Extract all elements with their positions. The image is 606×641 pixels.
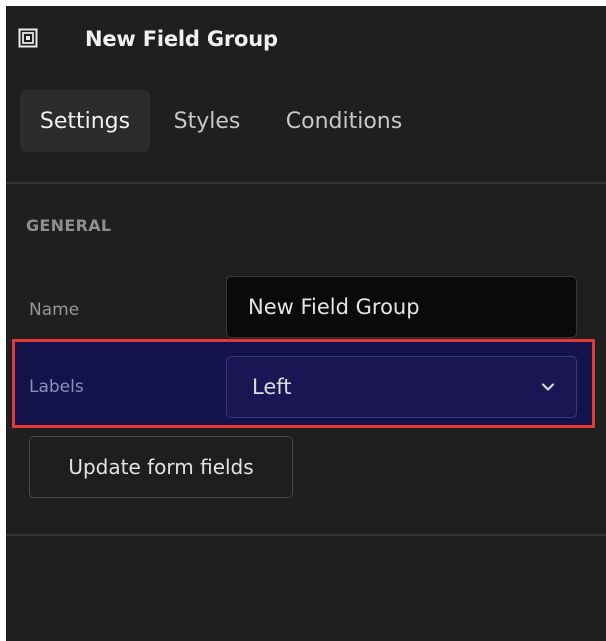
tab-settings[interactable]: Settings	[20, 90, 150, 152]
panel-header: New Field Group	[6, 6, 606, 78]
labels-selected-value: Left	[252, 375, 292, 399]
general-section-title: GENERAL	[26, 216, 112, 235]
name-label: Name	[29, 300, 80, 320]
chevron-down-icon	[541, 383, 555, 391]
update-form-fields-button[interactable]: Update form fields	[29, 436, 293, 498]
labels-label: Labels	[29, 377, 84, 397]
tab-conditions[interactable]: Conditions	[264, 90, 424, 152]
labels-select[interactable]: Left	[226, 356, 577, 418]
section-divider	[6, 534, 606, 536]
field-group-panel: New Field Group Settings Styles Conditio…	[6, 6, 606, 641]
tab-styles[interactable]: Styles	[156, 90, 258, 152]
field-group-icon	[18, 28, 38, 48]
name-input[interactable]	[226, 276, 577, 338]
section-divider	[6, 182, 606, 184]
settings-tabs: Settings Styles Conditions	[20, 90, 424, 152]
page-title: New Field Group	[85, 27, 278, 51]
